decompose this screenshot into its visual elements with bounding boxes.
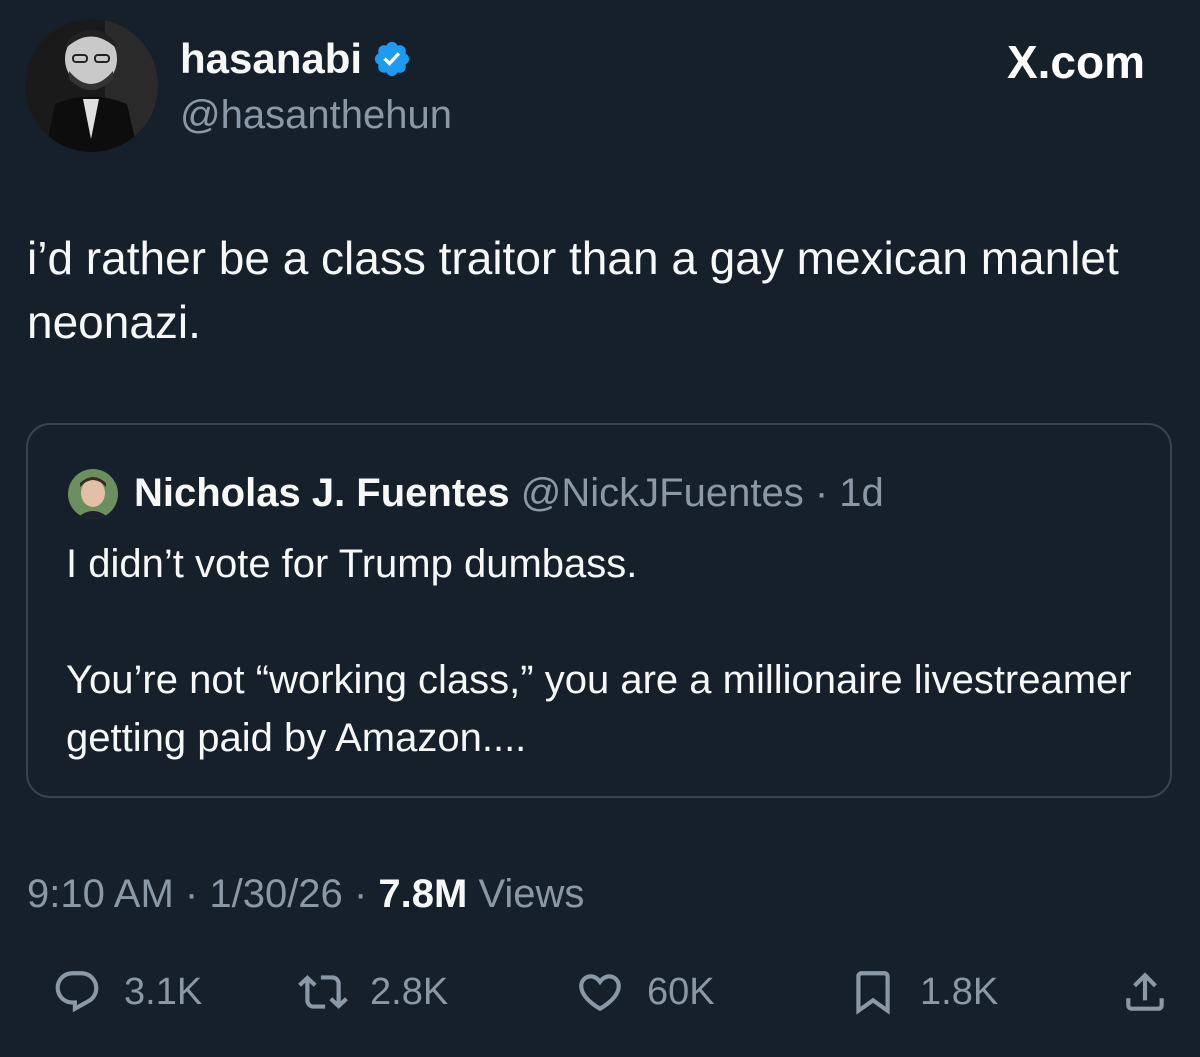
views-label: Views xyxy=(478,872,585,916)
author-display-name[interactable]: hasanabi xyxy=(180,34,412,84)
meta-separator: · xyxy=(184,872,199,916)
tweet-screenshot: hasanabi @hasanthehun X.com i’d rather b… xyxy=(0,0,1200,1057)
bookmark-icon xyxy=(856,971,890,1015)
reply-button[interactable]: 3.1K xyxy=(52,960,202,1024)
quoted-header: Nicholas J. Fuentes @NickJFuentes · 1d xyxy=(134,467,884,519)
repost-button[interactable]: 2.8K xyxy=(298,960,448,1024)
tweet-time[interactable]: 9:10 AM xyxy=(27,872,174,916)
quoted-handle[interactable]: @NickJFuentes xyxy=(521,471,804,515)
bookmark-count: 1.8K xyxy=(920,970,999,1013)
meta-separator: · xyxy=(353,872,368,916)
quoted-text: I didn’t vote for Trump dumbass. You’re … xyxy=(66,535,1146,767)
reply-count: 3.1K xyxy=(124,970,203,1013)
quoted-author-avatar[interactable] xyxy=(68,469,118,519)
quoted-separator: · xyxy=(814,471,829,515)
repost-icon xyxy=(298,975,348,1009)
reply-icon xyxy=(55,971,99,1013)
quoted-age[interactable]: 1d xyxy=(839,471,884,515)
like-count: 60K xyxy=(647,970,715,1013)
heart-icon xyxy=(579,974,621,1012)
tweet-meta: 9:10 AM · 1/30/26 · 7.8M Views xyxy=(27,866,584,922)
quoted-tweet-card[interactable]: Nicholas J. Fuentes @NickJFuentes · 1d I… xyxy=(26,423,1172,798)
like-button[interactable]: 60K xyxy=(575,960,715,1024)
author-avatar[interactable] xyxy=(25,19,158,152)
share-button[interactable] xyxy=(1120,960,1170,1024)
quoted-display-name[interactable]: Nicholas J. Fuentes xyxy=(134,471,510,515)
views-count: 7.8M xyxy=(378,872,468,916)
tweet-date[interactable]: 1/30/26 xyxy=(209,872,342,916)
brand-logo: X.com xyxy=(1006,36,1145,88)
quoted-text-line1: I didn’t vote for Trump dumbass. xyxy=(66,542,638,586)
tweet-text: i’d rather be a class traitor than a gay… xyxy=(27,232,1119,348)
action-bar: 3.1K 2.8K 60K 1.8K xyxy=(0,960,1200,1024)
repost-count: 2.8K xyxy=(370,970,449,1013)
verified-badge-icon xyxy=(374,41,410,77)
share-icon xyxy=(1126,972,1164,1011)
author-name-text: hasanabi xyxy=(180,35,363,82)
author-handle[interactable]: @hasanthehun xyxy=(180,90,452,140)
quoted-text-line2: You’re not “working class,” you are a mi… xyxy=(66,658,1132,760)
bookmark-button[interactable]: 1.8K xyxy=(848,960,998,1024)
